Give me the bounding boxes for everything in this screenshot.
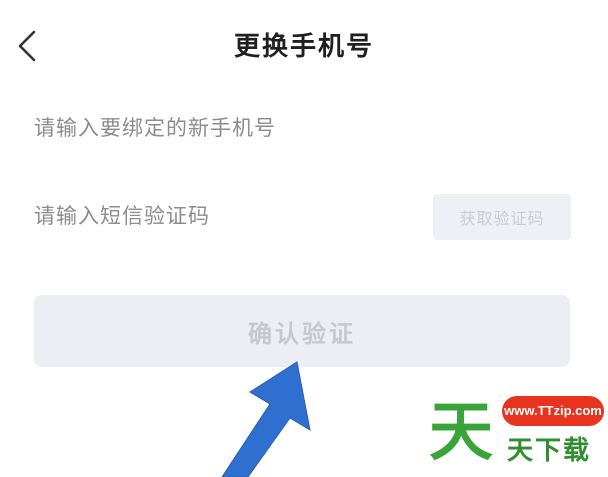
watermark-logo-char: 天 (429, 396, 493, 470)
page-title: 更换手机号 (233, 32, 374, 62)
change-phone-screen: 更换手机号 获取验证码 确认验证 天 www.TTzip.com 天下载 (0, 0, 608, 477)
watermark-url-badge: www.TTzip.com (502, 396, 604, 426)
site-watermark: 天 www.TTzip.com 天下载 (425, 392, 608, 477)
pointer-arrow-icon (221, 361, 311, 477)
header-bar: 更换手机号 (0, 0, 608, 92)
watermark-brand-name: 天下载 (507, 436, 592, 466)
get-code-button[interactable]: 获取验证码 (433, 194, 571, 240)
new-phone-input[interactable] (34, 108, 534, 148)
sms-code-input[interactable] (34, 196, 414, 236)
